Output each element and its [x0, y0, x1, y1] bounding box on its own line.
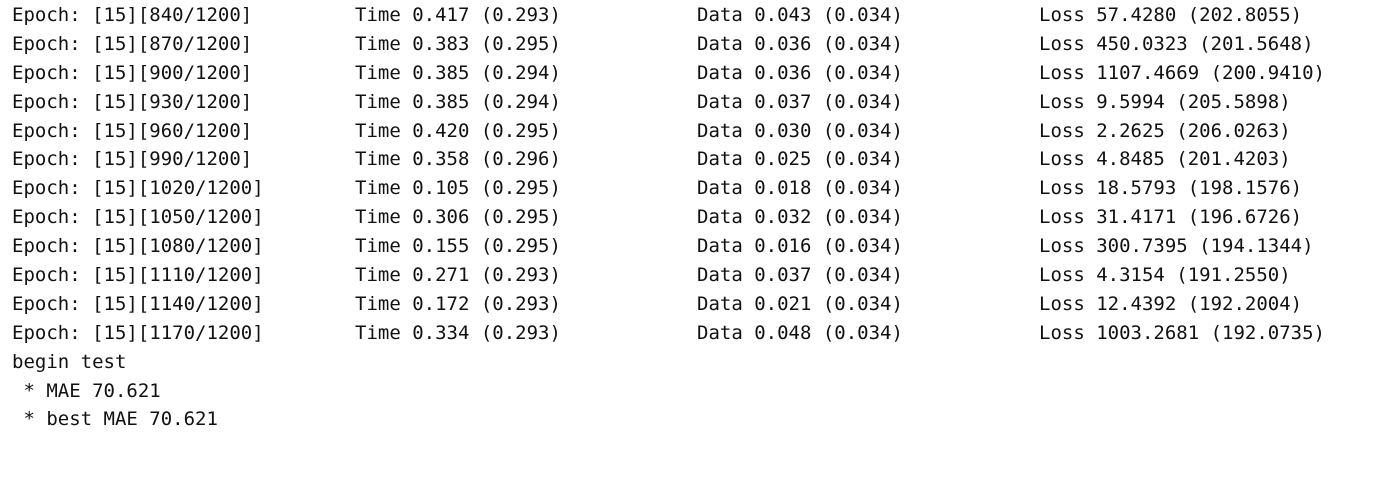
epoch-progress: Epoch: [15][1140/1200] [12, 292, 264, 315]
loss-metric: Loss 12.4392 (192.2004) [1039, 292, 1303, 315]
epoch-progress: Epoch: [15][870/1200] [12, 32, 253, 55]
log-row: Epoch: [15][1140/1200] Time 0.172 (0.293… [0, 290, 1400, 319]
epoch-progress: Epoch: [15][1020/1200] [12, 177, 264, 200]
mae-result-line: * MAE 70.621 [12, 379, 161, 402]
time-metric: Time 0.420 (0.295) [355, 119, 561, 142]
log-row: Epoch: [15][870/1200] Time 0.383 (0.295)… [0, 30, 1400, 59]
loss-metric: Loss 1107.4669 (200.9410) [1039, 61, 1325, 84]
log-row: Epoch: [15][960/1200] Time 0.420 (0.295)… [0, 117, 1400, 146]
time-metric: Time 0.385 (0.294) [355, 90, 561, 113]
loss-metric: Loss 4.3154 (191.2550) [1039, 264, 1291, 287]
epoch-progress: Epoch: [15][1110/1200] [12, 264, 264, 287]
data-metric: Data 0.025 (0.034) [697, 148, 903, 171]
loss-metric: Loss 450.0323 (201.5648) [1039, 32, 1314, 55]
data-metric: Data 0.021 (0.034) [697, 292, 903, 315]
best-mae-result-line: * best MAE 70.621 [12, 408, 218, 431]
epoch-progress: Epoch: [15][990/1200] [12, 148, 253, 171]
log-row: Epoch: [15][1080/1200] Time 0.155 (0.295… [0, 232, 1400, 261]
epoch-progress: Epoch: [15][930/1200] [12, 90, 253, 113]
data-metric: Data 0.037 (0.034) [697, 90, 903, 113]
epoch-progress: Epoch: [15][900/1200] [12, 61, 253, 84]
terminal-output: Epoch: [15][840/1200] Time 0.417 (0.293)… [0, 0, 1400, 430]
time-metric: Time 0.385 (0.294) [355, 61, 561, 84]
log-row: Epoch: [15][1020/1200] Time 0.105 (0.295… [0, 174, 1400, 203]
data-metric: Data 0.018 (0.034) [697, 177, 903, 200]
loss-metric: Loss 2.2625 (206.0263) [1039, 119, 1291, 142]
training-log: Epoch: [15][840/1200] Time 0.417 (0.293)… [0, 1, 1400, 348]
log-row: Epoch: [15][1050/1200] Time 0.306 (0.295… [0, 203, 1400, 232]
data-metric: Data 0.030 (0.034) [697, 119, 903, 142]
data-metric: Data 0.016 (0.034) [697, 235, 903, 258]
data-metric: Data 0.043 (0.034) [697, 4, 903, 26]
epoch-progress: Epoch: [15][960/1200] [12, 119, 253, 142]
begin-test-line: begin test [12, 350, 127, 373]
time-metric: Time 0.155 (0.295) [355, 235, 561, 258]
log-row: Epoch: [15][900/1200] Time 0.385 (0.294)… [0, 59, 1400, 88]
time-metric: Time 0.417 (0.293) [355, 4, 561, 26]
log-row: Epoch: [15][840/1200] Time 0.417 (0.293)… [0, 1, 1400, 30]
log-row: Epoch: [15][1110/1200] Time 0.271 (0.293… [0, 261, 1400, 290]
data-metric: Data 0.036 (0.034) [697, 61, 903, 84]
data-metric: Data 0.032 (0.034) [697, 206, 903, 229]
loss-metric: Loss 57.4280 (202.8055) [1039, 4, 1303, 26]
time-metric: Time 0.172 (0.293) [355, 292, 561, 315]
loss-metric: Loss 9.5994 (205.5898) [1039, 90, 1291, 113]
time-metric: Time 0.334 (0.293) [355, 321, 561, 344]
epoch-progress: Epoch: [15][1170/1200] [12, 321, 264, 344]
loss-metric: Loss 31.4171 (196.6726) [1039, 206, 1303, 229]
loss-metric: Loss 18.5793 (198.1576) [1039, 177, 1303, 200]
data-metric: Data 0.048 (0.034) [697, 321, 903, 344]
epoch-progress: Epoch: [15][1080/1200] [12, 235, 264, 258]
time-metric: Time 0.105 (0.295) [355, 177, 561, 200]
log-row: Epoch: [15][990/1200] Time 0.358 (0.296)… [0, 145, 1400, 174]
time-metric: Time 0.358 (0.296) [355, 148, 561, 171]
time-metric: Time 0.271 (0.293) [355, 264, 561, 287]
epoch-progress: Epoch: [15][1050/1200] [12, 206, 264, 229]
data-metric: Data 0.037 (0.034) [697, 264, 903, 287]
loss-metric: Loss 300.7395 (194.1344) [1039, 235, 1314, 258]
loss-metric: Loss 1003.2681 (192.0735) [1039, 321, 1325, 344]
time-metric: Time 0.306 (0.295) [355, 206, 561, 229]
loss-metric: Loss 4.8485 (201.4203) [1039, 148, 1291, 171]
time-metric: Time 0.383 (0.295) [355, 32, 561, 55]
epoch-progress: Epoch: [15][840/1200] [12, 4, 253, 26]
data-metric: Data 0.036 (0.034) [697, 32, 903, 55]
log-row: Epoch: [15][1170/1200] Time 0.334 (0.293… [0, 319, 1400, 348]
log-row: Epoch: [15][930/1200] Time 0.385 (0.294)… [0, 88, 1400, 117]
